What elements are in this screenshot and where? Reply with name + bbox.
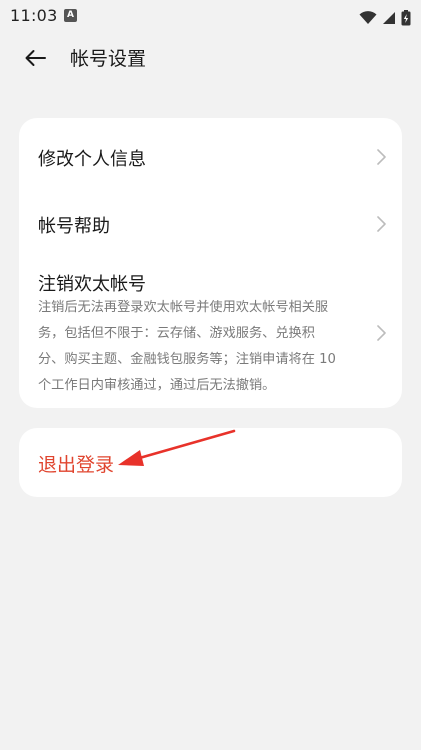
status-icons — [359, 7, 411, 25]
back-button[interactable] — [16, 40, 54, 76]
settings-item-edit-profile[interactable]: 修改个人信息 — [19, 118, 402, 196]
settings-item-account-help[interactable]: 帐号帮助 — [19, 196, 402, 262]
delete-account-description: 注销后无法再登录欢太帐号并使用欢太帐号相关服 务，包括但不限于：云存储、游戏服务… — [38, 295, 363, 399]
app-bar: 帐号设置 — [0, 30, 421, 86]
chevron-right-icon — [377, 149, 386, 165]
logout-label: 退出登录 — [38, 454, 115, 476]
description-line: 个工作日内审核通过，通过后无法撤销。 — [38, 378, 276, 393]
description-line: 注销后无法再登录欢太帐号并使用欢太帐号相关服 — [38, 300, 329, 315]
signal-icon — [382, 11, 395, 24]
battery-charging-icon — [401, 9, 411, 25]
settings-card: 修改个人信息 帐号帮助 注销欢太帐号 注销后无法再登录欢太帐号并使用欢太帐号相关… — [19, 118, 402, 408]
settings-item-delete-account[interactable]: 注销欢太帐号 注销后无法再登录欢太帐号并使用欢太帐号相关服 务，包括但不限于：云… — [19, 262, 402, 408]
logout-button[interactable]: 退出登录 — [19, 428, 402, 497]
chevron-right-icon — [377, 325, 386, 341]
settings-item-label: 注销欢太帐号 — [38, 274, 146, 295]
status-bar: 11:03 A — [0, 0, 421, 30]
settings-item-label: 帐号帮助 — [38, 216, 110, 237]
status-time: 11:03 — [10, 6, 58, 25]
description-line: 分、购买主题、金融钱包服务等；注销申请将在 10 — [38, 352, 336, 367]
description-line: 务，包括但不限于：云存储、游戏服务、兑换积 — [38, 326, 315, 341]
page-title: 帐号设置 — [70, 48, 147, 70]
notification-icon: A — [64, 9, 77, 22]
chevron-right-icon — [377, 216, 386, 232]
back-arrow-icon — [25, 50, 46, 66]
wifi-icon — [359, 10, 377, 24]
settings-item-label: 修改个人信息 — [38, 149, 146, 170]
